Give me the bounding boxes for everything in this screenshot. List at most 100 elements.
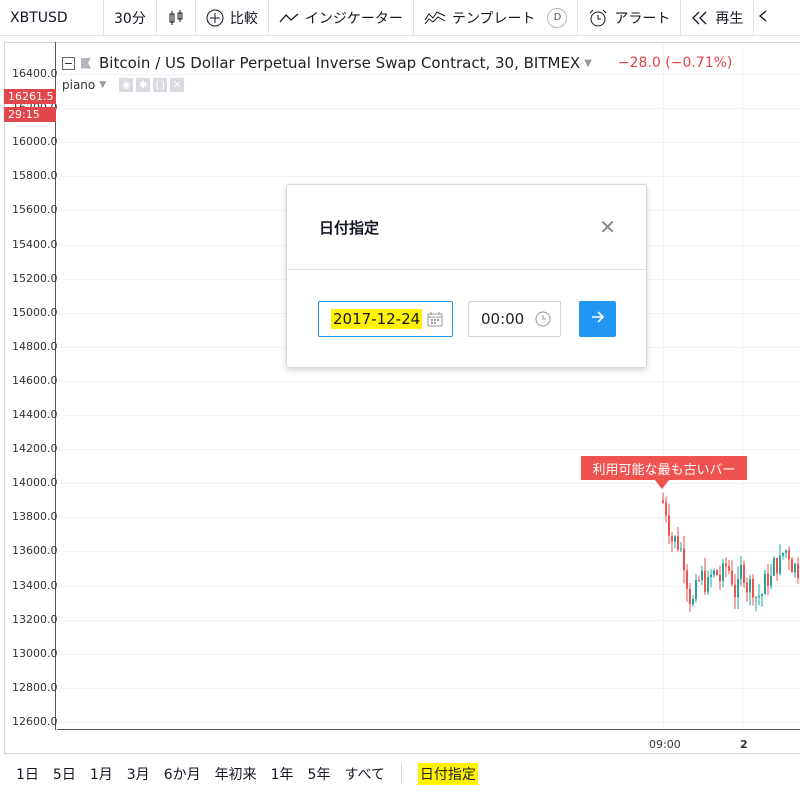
price-axis[interactable]: 16400.016200.016000.015800.015600.015400… [4, 42, 58, 730]
go-to-date-dialog: 日付指定 ✕ 2017-12-24 00:00 [286, 184, 647, 368]
price-tick: 16000.0 [12, 135, 58, 149]
indicators-label: インジケーター [304, 10, 403, 27]
price-tick: 15200.0 [12, 271, 58, 285]
range-ytd[interactable]: 年初来 [215, 764, 257, 784]
grid-horizontal-line [57, 449, 800, 451]
range-divider [400, 764, 402, 784]
price-tick: 13200.0 [12, 612, 58, 626]
close-icon[interactable]: ✕ [170, 78, 185, 92]
plus-circle-icon [206, 9, 224, 27]
range-5d[interactable]: 5日 [53, 764, 76, 784]
range-1d[interactable]: 1日 [16, 764, 39, 784]
range-bar: 1日 5日 1月 3月 6か月 年初来 1年 5年 すべて 日付指定 [0, 756, 800, 792]
undo-icon [758, 9, 768, 27]
price-tick: 13000.0 [12, 646, 58, 660]
indicators-button[interactable]: インジケーター [269, 0, 414, 36]
grid-horizontal-line [57, 721, 800, 723]
grid-vertical-line [663, 43, 664, 729]
top-toolbar: XBTUSD 30分 比較 インジケーター テンプレート D アラート 再生 [0, 0, 800, 36]
grid-horizontal-line [57, 380, 800, 382]
alert-button[interactable]: アラート [578, 0, 682, 36]
price-tick: 14600.0 [12, 373, 58, 387]
go-to-date-link[interactable]: 日付指定 [417, 763, 478, 785]
chart-style-button[interactable] [157, 0, 196, 36]
range-5y[interactable]: 5年 [308, 764, 331, 784]
price-tick: 15400.0 [12, 237, 58, 251]
time-label: 09:00 [649, 738, 681, 751]
calendar-icon[interactable] [427, 311, 443, 331]
time-value: 00:00 [481, 310, 525, 328]
price-tick: 14800.0 [12, 339, 58, 353]
chart-legend: − Bitcoin / US Dollar Perpetual Inverse … [62, 54, 732, 72]
grid-horizontal-line [57, 74, 800, 75]
go-to-date-button[interactable] [579, 301, 616, 337]
chevron-down-icon[interactable]: ▼ [584, 58, 592, 69]
date-input[interactable]: 2017-12-24 [318, 301, 453, 337]
replay-button[interactable]: 再生 [681, 0, 755, 36]
gear-icon[interactable]: ✱ [136, 78, 151, 92]
grid-horizontal-line [57, 483, 800, 485]
countdown-tag: 29:15 [4, 107, 56, 122]
range-1m[interactable]: 1月 [90, 764, 113, 784]
price-tick: 13600.0 [12, 544, 58, 558]
arrow-right-icon [591, 311, 605, 327]
candlestick-icon [167, 9, 185, 27]
braces-icon[interactable]: {} [153, 78, 168, 92]
templates-label: テンプレート [451, 10, 536, 27]
chevron-down-icon[interactable]: ▼ [99, 80, 106, 90]
grid-horizontal-line [57, 551, 800, 553]
range-1y[interactable]: 1年 [271, 764, 294, 784]
price-change: −28.0 (−0.71%) [617, 55, 733, 71]
collapse-icon[interactable]: − [62, 56, 75, 70]
grid-horizontal-line [57, 142, 800, 144]
replay-label: 再生 [715, 10, 744, 27]
compare-button[interactable]: 比較 [196, 0, 269, 36]
grid-horizontal-line [57, 517, 800, 519]
indicator-legend: piano ▼ ◉ ✱ {} ✕ [62, 78, 185, 92]
price-tick: 15800.0 [12, 169, 58, 183]
price-tick: 14400.0 [12, 408, 58, 421]
eye-icon[interactable]: ◉ [119, 78, 134, 92]
range-3m[interactable]: 3月 [127, 764, 150, 784]
grid-vertical-line [742, 43, 743, 729]
time-axis[interactable]: 09:00 2 [57, 729, 800, 754]
alert-label: アラート [614, 10, 671, 27]
alarm-clock-icon [588, 9, 608, 27]
time-input[interactable]: 00:00 [468, 301, 561, 337]
wave-icon [279, 12, 299, 24]
compare-label: 比較 [229, 10, 258, 27]
flag-icon[interactable] [81, 57, 91, 69]
price-tick: 13400.0 [12, 578, 58, 592]
interval-button[interactable]: 30分 [104, 0, 157, 36]
symbol-label: XBTUSD [10, 9, 68, 26]
clock-icon[interactable] [535, 311, 551, 331]
oldest-bar-label: 利用可能な最も古いバー [581, 456, 747, 489]
price-tick: 15600.0 [12, 203, 58, 217]
range-6m[interactable]: 6か月 [164, 764, 201, 784]
grid-horizontal-line [57, 653, 800, 655]
grid-horizontal-line [57, 585, 800, 587]
undo-button[interactable] [754, 0, 772, 36]
grid-horizontal-line [57, 176, 800, 178]
symbol-search-button[interactable]: XBTUSD [0, 0, 104, 36]
templates-badge[interactable]: D [547, 7, 568, 28]
time-label: 2 [740, 738, 748, 751]
templates-icon [424, 10, 446, 26]
price-tick: 14200.0 [12, 442, 58, 456]
price-tick: 16400.0 [12, 67, 58, 80]
range-all[interactable]: すべて [344, 764, 384, 784]
price-tick: 15000.0 [12, 305, 58, 319]
last-price-tag: 16261.5 [4, 89, 56, 104]
price-tick: 13800.0 [12, 510, 58, 524]
grid-horizontal-line [57, 619, 800, 621]
templates-button[interactable]: テンプレート D [414, 0, 579, 36]
price-tick: 14000.0 [12, 476, 58, 490]
dialog-divider [287, 269, 646, 270]
symbol-title: Bitcoin / US Dollar Perpetual Inverse Sw… [99, 54, 581, 72]
date-value: 2017-12-24 [331, 309, 423, 329]
chart-pane[interactable] [4, 42, 800, 754]
grid-horizontal-line [57, 108, 800, 110]
interval-label: 30分 [114, 10, 146, 27]
close-icon[interactable]: ✕ [599, 215, 616, 239]
price-tick: 12800.0 [12, 680, 58, 694]
